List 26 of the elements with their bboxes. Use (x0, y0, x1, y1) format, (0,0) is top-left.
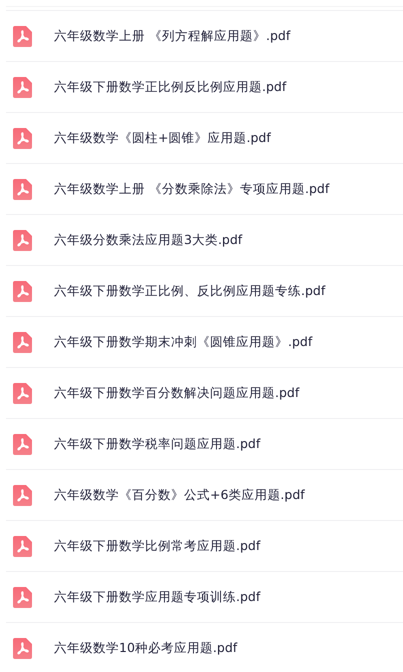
pdf-icon (13, 434, 32, 454)
file-name[interactable]: 六年级数学10种必考应用题.pdf (54, 640, 238, 656)
pdf-icon (13, 230, 32, 250)
pdf-icon (13, 280, 32, 302)
pdf-icon (13, 638, 32, 658)
pdf-icon (13, 76, 32, 98)
file-name[interactable]: 六年级下册数学正比例反比例应用题.pdf (54, 78, 286, 96)
pdf-icon (13, 128, 32, 148)
pdf-icon (13, 26, 32, 46)
file-name[interactable]: 六年级数学《百分数》公式+6类应用题.pdf (54, 486, 305, 504)
file-name[interactable]: 六年级下册数学百分数解决问题应用题.pdf (54, 384, 300, 402)
file-name[interactable]: 六年级数学上册 《列方程解应用题》.pdf (54, 28, 290, 44)
pdf-icon (13, 536, 32, 556)
pdf-icon (13, 382, 32, 404)
pdf-icon (13, 332, 32, 352)
file-name[interactable]: 六年级分数乘法应用题3大类.pdf (54, 232, 242, 248)
file-name[interactable]: 六年级下册数学税率问题应用题.pdf (54, 436, 260, 452)
pdf-icon (13, 178, 32, 200)
file-name[interactable]: 六年级数学上册 《分数乘除法》专项应用题.pdf (54, 180, 330, 198)
file-name[interactable]: 六年级下册数学比例常考应用题.pdf (54, 538, 260, 554)
file-name[interactable]: 六年级下册数学应用题专项训练.pdf (54, 588, 260, 606)
file-name[interactable]: 六年级下册数学期末冲刺《圆锥应用题》.pdf (54, 334, 312, 350)
file-name[interactable]: 六年级数学《圆柱+圆锥》应用题.pdf (54, 130, 271, 146)
pdf-icon (13, 586, 32, 608)
file-name[interactable]: 六年级下册数学正比例、反比例应用题专练.pdf (54, 282, 326, 300)
pdf-icon (13, 484, 32, 506)
